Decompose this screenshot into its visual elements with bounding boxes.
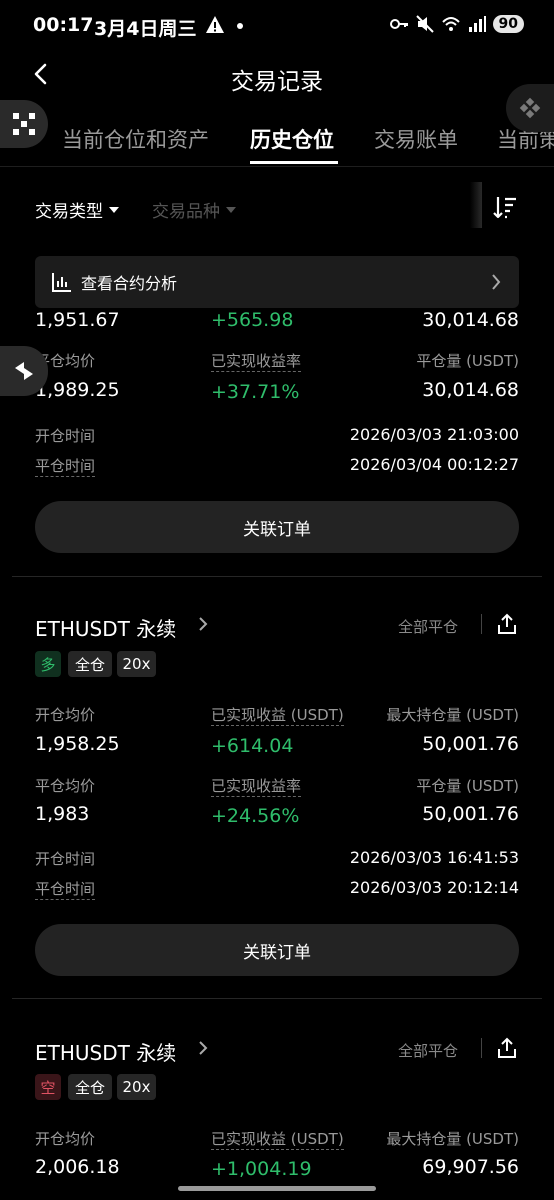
mute-icon [415, 15, 434, 33]
filter-trade-type[interactable]: 交易类型 [35, 197, 119, 222]
notification-dot [237, 23, 243, 29]
filter-instrument-label: 交易品种 [152, 202, 220, 222]
related-orders-button[interactable]: 关联订单 [35, 501, 519, 553]
open-time-value: 2026/03/03 21:03:00 [349, 425, 519, 444]
open-time-label: 开仓时间 [35, 427, 96, 445]
max-position-value: 69,907.56 [422, 1156, 519, 1178]
tab-bar: 当前仓位和资产 历史仓位 交易账单 当前策 [0, 112, 554, 167]
max-position-value: 50,001.76 [422, 733, 519, 755]
active-tab-indicator [250, 161, 338, 164]
close-amount-label: 平仓量 (USDT) [416, 777, 519, 795]
warning-icon [206, 16, 224, 33]
realized-pnl-label: 已实现收益 (USDT) [211, 706, 344, 726]
bar-chart-icon [52, 273, 71, 292]
status-bar: 00:17 3月4日周三 90 [0, 0, 554, 54]
chevron-right-icon[interactable] [198, 1040, 208, 1056]
chevron-right-icon[interactable] [198, 616, 208, 632]
filter-instrument[interactable]: 交易品种 [152, 197, 236, 222]
close-time-label: 平仓时间 [35, 880, 96, 900]
margin-mode-tag: 全仓 [68, 651, 112, 677]
leverage-tag: 20x [117, 1074, 156, 1100]
close-amount-value: 30,014.68 [422, 379, 519, 401]
max-position-label: 最大持仓量 (USDT) [386, 1130, 519, 1148]
open-price-value: 1,958.25 [35, 733, 120, 755]
pnl-rate-label: 已实现收益率 [211, 352, 302, 372]
sort-icon[interactable] [492, 194, 518, 220]
pnl-rate-label: 已实现收益率 [211, 777, 302, 797]
close-time-value: 2026/03/04 00:12:27 [349, 455, 519, 474]
tab-positions-assets[interactable]: 当前仓位和资产 [62, 124, 209, 154]
realized-pnl-value: +614.04 [211, 735, 294, 757]
card-divider [12, 576, 542, 577]
open-price-label: 开仓均价 [35, 1130, 96, 1148]
filter-bar: 交易类型 交易品种 [0, 168, 554, 248]
status-time: 00:17 [33, 14, 94, 36]
tab-position-history[interactable]: 历史仓位 [250, 124, 334, 154]
symbol-label[interactable]: ETHUSDT 永续 [35, 613, 176, 642]
open-price-label: 开仓均价 [35, 706, 96, 724]
filter-scroll-fade [470, 182, 482, 228]
close-avg-label: 平仓均价 [35, 777, 96, 795]
wifi-icon [441, 17, 460, 31]
max-position-label: 最大持仓量 (USDT) [386, 706, 519, 724]
card-divider [12, 998, 542, 999]
separator [481, 614, 482, 634]
share-icon[interactable] [496, 1037, 518, 1059]
battery-indicator: 90 [492, 15, 524, 33]
floating-swap-button[interactable] [0, 346, 48, 396]
side-tag-long: 多 [35, 651, 61, 677]
filter-trade-type-label: 交易类型 [35, 202, 103, 222]
margin-mode-tag: 全仓 [68, 1074, 112, 1100]
open-price-value: 2,006.18 [35, 1156, 120, 1178]
close-status-label: 全部平仓 [398, 1042, 459, 1060]
signal-icon [468, 16, 486, 32]
binance-logo-icon [519, 97, 541, 119]
realized-pnl-value: +565.98 [211, 309, 294, 331]
separator [481, 1038, 482, 1058]
contract-analysis-banner[interactable]: 查看合约分析 [35, 256, 519, 308]
close-time-value: 2026/03/03 20:12:14 [349, 878, 519, 897]
caret-down-icon [109, 206, 119, 213]
close-amount-label: 平仓量 (USDT) [416, 352, 519, 370]
close-avg-value: 1,983 [35, 803, 90, 825]
leverage-tag: 20x [117, 651, 156, 677]
okx-logo-icon [13, 113, 35, 135]
realized-pnl-label: 已实现收益 (USDT) [211, 1130, 344, 1150]
pnl-rate-value: +37.71% [211, 381, 300, 403]
close-avg-value: 1,989.25 [35, 379, 120, 401]
key-icon [389, 19, 408, 29]
side-tag-short: 空 [35, 1074, 61, 1100]
share-icon[interactable] [496, 613, 518, 635]
nav-header: 交易记录 [0, 54, 554, 102]
floating-binance-button[interactable] [506, 84, 554, 132]
open-time-value: 2026/03/03 16:41:53 [349, 848, 519, 867]
status-date: 3月4日周三 [94, 18, 197, 40]
pnl-rate-value: +24.56% [211, 805, 300, 827]
caret-down-icon [226, 206, 236, 213]
related-orders-button[interactable]: 关联订单 [35, 924, 519, 976]
contract-analysis-label: 查看合约分析 [81, 274, 178, 293]
floating-okx-button[interactable] [0, 100, 48, 148]
close-status-label: 全部平仓 [398, 618, 459, 636]
open-price-value: 1,951.67 [35, 309, 120, 331]
symbol-label[interactable]: ETHUSDT 永续 [35, 1037, 176, 1066]
page-title: 交易记录 [231, 69, 323, 95]
realized-pnl-value: +1,004.19 [211, 1158, 312, 1180]
close-time-label: 平仓时间 [35, 457, 96, 477]
tab-trade-bills[interactable]: 交易账单 [374, 124, 458, 154]
home-indicator[interactable] [178, 1186, 376, 1191]
chevron-right-icon [492, 274, 501, 290]
close-amount-value: 50,001.76 [422, 803, 519, 825]
max-position-value: 30,014.68 [422, 309, 519, 331]
open-time-label: 开仓时间 [35, 850, 96, 868]
swap-arrows-icon [15, 362, 33, 380]
